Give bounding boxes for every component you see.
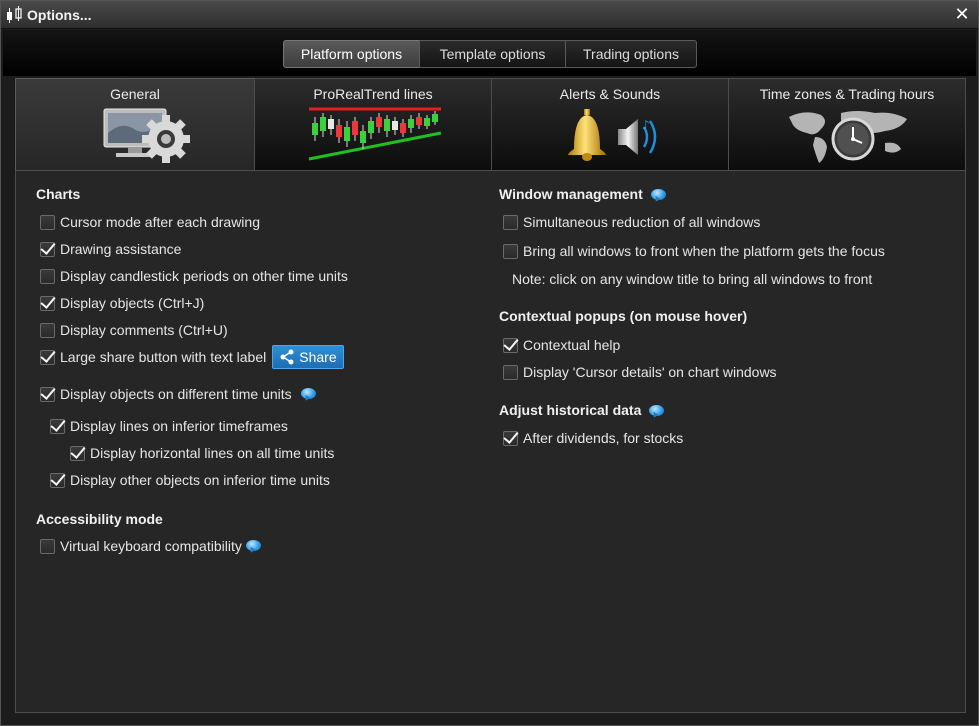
window-title: Options... bbox=[27, 7, 92, 23]
general-settings-panel: Charts Cursor mode after each drawing Dr… bbox=[15, 170, 966, 713]
checkbox[interactable] bbox=[40, 214, 55, 230]
tab-template-options[interactable]: Template options bbox=[419, 40, 566, 68]
checkbox[interactable] bbox=[40, 349, 55, 365]
option-simultaneous-reduction[interactable]: Simultaneous reduction of all windows bbox=[503, 212, 760, 232]
option-label: Large share button with text label bbox=[60, 349, 267, 365]
option-label: Simultaneous reduction of all windows bbox=[523, 214, 761, 230]
close-icon[interactable]: ✕ bbox=[952, 4, 972, 24]
option-label: Display comments (Ctrl+U) bbox=[60, 322, 228, 338]
help-bubble-icon[interactable] bbox=[650, 188, 667, 202]
tab-general-label: General bbox=[110, 86, 160, 102]
checkbox[interactable] bbox=[40, 241, 55, 257]
checkbox[interactable] bbox=[503, 364, 518, 380]
help-bubble-icon[interactable] bbox=[245, 539, 262, 553]
section-contextual-popups-title: Contextual popups (on mouse hover) bbox=[499, 308, 748, 324]
option-label: Display candlestick periods on other tim… bbox=[60, 268, 348, 284]
option-label: Bring all windows to front when the plat… bbox=[523, 243, 885, 259]
monitor-gear-icon bbox=[103, 108, 190, 163]
option-virtual-keyboard[interactable]: Virtual keyboard compatibility bbox=[40, 536, 262, 556]
option-contextual-help[interactable]: Contextual help bbox=[503, 335, 620, 355]
svg-text:♪: ♪ bbox=[642, 118, 650, 132]
option-other-objects-inferior[interactable]: Display other objects on inferior time u… bbox=[50, 470, 330, 490]
checkbox[interactable] bbox=[503, 430, 518, 446]
option-large-share-button[interactable]: Large share button with text label Share bbox=[40, 345, 344, 369]
help-bubble-icon[interactable] bbox=[300, 387, 317, 401]
checkbox[interactable] bbox=[40, 322, 55, 338]
trend-chart-icon bbox=[308, 107, 442, 161]
section-accessibility-title: Accessibility mode bbox=[36, 511, 163, 527]
checkbox[interactable] bbox=[50, 472, 65, 488]
tab-prorealtrend-label: ProRealTrend lines bbox=[313, 86, 433, 102]
tab-trading-options[interactable]: Trading options bbox=[565, 40, 697, 68]
option-drawing-assistance[interactable]: Drawing assistance bbox=[40, 239, 181, 259]
option-display-comments[interactable]: Display comments (Ctrl+U) bbox=[40, 320, 228, 340]
checkbox[interactable] bbox=[40, 538, 55, 554]
candlestick-app-icon bbox=[7, 6, 22, 23]
section-title-text: Window management bbox=[499, 186, 643, 202]
checkbox[interactable] bbox=[40, 295, 55, 311]
tab-prorealtrend-lines[interactable]: ProRealTrend lines bbox=[254, 78, 492, 171]
help-bubble-icon[interactable] bbox=[649, 404, 665, 418]
window-management-note: Note: click on any window title to bring… bbox=[512, 271, 873, 287]
option-display-objects[interactable]: Display objects (Ctrl+J) bbox=[40, 293, 204, 313]
option-label: Contextual help bbox=[523, 337, 621, 353]
section-title-text: Adjust historical data bbox=[499, 402, 642, 418]
option-after-dividends[interactable]: After dividends, for stocks bbox=[503, 428, 683, 448]
option-horizontal-lines-all-units[interactable]: Display horizontal lines on all time uni… bbox=[70, 443, 334, 463]
option-objects-different-time-units[interactable]: Display objects on different time units bbox=[40, 384, 317, 404]
bell-speaker-icon: ♪ bbox=[568, 109, 657, 161]
checkbox[interactable] bbox=[50, 418, 65, 434]
option-label: Display 'Cursor details' on chart window… bbox=[523, 364, 777, 380]
option-label: Display horizontal lines on all time uni… bbox=[90, 445, 335, 461]
option-label: Display other objects on inferior time u… bbox=[70, 472, 330, 488]
section-historical-data-title: Adjust historical data bbox=[499, 402, 665, 418]
section-window-management-title: Window management bbox=[499, 186, 667, 202]
option-label: Cursor mode after each drawing bbox=[60, 214, 260, 230]
checkbox[interactable] bbox=[503, 243, 518, 259]
options-window: Options... ✕ Platform options Template o… bbox=[0, 0, 979, 726]
option-bring-windows-front[interactable]: Bring all windows to front when the plat… bbox=[503, 241, 885, 261]
option-label: Drawing assistance bbox=[60, 241, 182, 257]
share-button[interactable]: Share bbox=[272, 345, 344, 369]
tab-platform-options[interactable]: Platform options bbox=[283, 40, 420, 68]
option-label: After dividends, for stocks bbox=[523, 430, 684, 446]
option-label: Virtual keyboard compatibility bbox=[60, 538, 242, 554]
share-icon bbox=[280, 349, 294, 365]
option-lines-inferior-timeframes[interactable]: Display lines on inferior timeframes bbox=[50, 416, 288, 436]
tab-alerts-sounds[interactable]: Alerts & Sounds ♪ bbox=[491, 78, 729, 171]
checkbox[interactable] bbox=[40, 268, 55, 284]
checkbox[interactable] bbox=[503, 337, 518, 353]
option-cursor-details[interactable]: Display 'Cursor details' on chart window… bbox=[503, 362, 777, 382]
checkbox[interactable] bbox=[70, 445, 85, 461]
tab-time-zones[interactable]: Time zones & Trading hours bbox=[728, 78, 966, 171]
option-label: Display lines on inferior timeframes bbox=[70, 418, 288, 434]
tab-time-zones-label: Time zones & Trading hours bbox=[759, 86, 935, 102]
share-button-label: Share bbox=[299, 349, 337, 365]
checkbox[interactable] bbox=[40, 386, 55, 402]
option-label: Display objects (Ctrl+J) bbox=[60, 295, 205, 311]
checkbox[interactable] bbox=[503, 214, 518, 230]
option-label: Display objects on different time units bbox=[60, 386, 292, 402]
option-candlestick-periods[interactable]: Display candlestick periods on other tim… bbox=[40, 266, 348, 286]
section-charts-title: Charts bbox=[36, 186, 81, 202]
tab-alerts-label: Alerts & Sounds bbox=[559, 86, 661, 102]
world-clock-icon bbox=[789, 111, 907, 163]
tab-general[interactable]: General bbox=[15, 78, 255, 173]
title-bar[interactable]: Options... ✕ bbox=[1, 1, 978, 29]
option-cursor-mode[interactable]: Cursor mode after each drawing bbox=[40, 212, 260, 232]
